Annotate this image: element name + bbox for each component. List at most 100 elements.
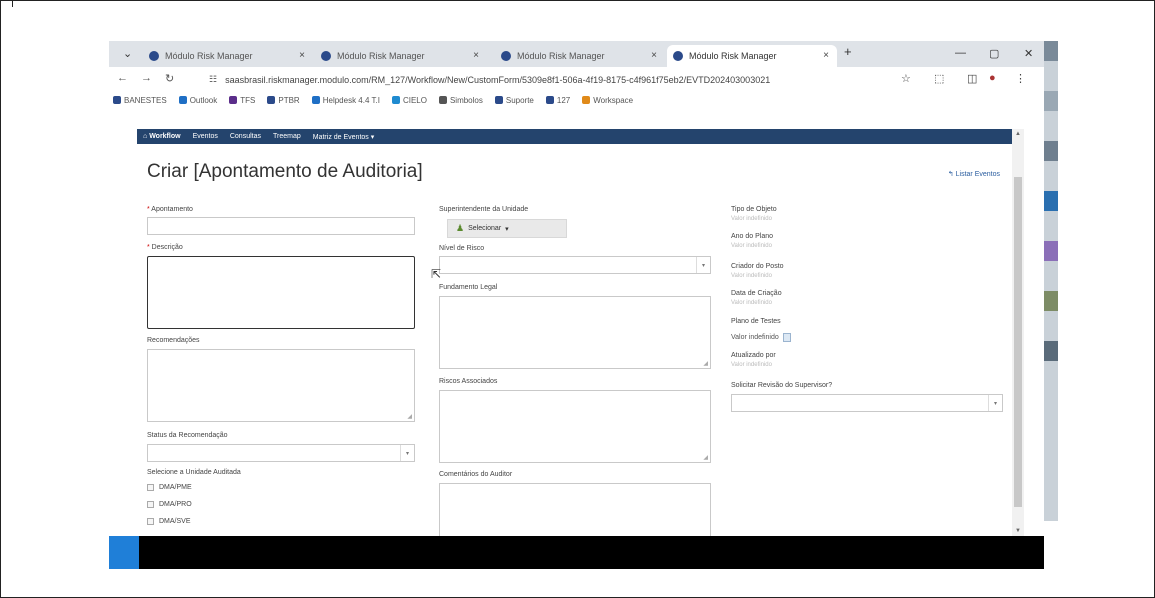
scroll-thumb[interactable] [1014, 177, 1022, 507]
tipo-objeto-value: Valor indefinido [731, 216, 772, 222]
menu-workflow[interactable]: ⌂ Workflow [143, 133, 181, 140]
bookmark-label: Helpdesk 4.4 T.I [322, 95, 380, 105]
checkbox-label: DMA/SVE [159, 518, 191, 525]
checkbox-icon[interactable] [147, 518, 154, 525]
recomendacoes-textarea[interactable]: ◢ [147, 349, 415, 422]
checkbox-icon[interactable] [147, 484, 154, 491]
descricao-textarea[interactable] [147, 256, 415, 329]
comentarios-auditor-textarea[interactable] [439, 483, 711, 543]
maximize-icon[interactable]: ▢ [989, 47, 999, 60]
solicitar-revisao-select[interactable]: ▾ [731, 394, 1003, 412]
button-label: Selecionar [468, 225, 502, 232]
strip-block [1044, 91, 1058, 111]
scroll-up-icon[interactable]: ▲ [1015, 131, 1021, 137]
tab-list-icon[interactable]: ⌄ [123, 47, 132, 60]
tab-label: Módulo Risk Manager [337, 51, 425, 61]
minimize-icon[interactable]: — [955, 47, 966, 59]
status-recomendacao-select[interactable]: ▾ [147, 444, 415, 462]
list-events-link[interactable]: ↰ Listar Eventos [948, 170, 1000, 178]
tab-label: Módulo Risk Manager [165, 51, 253, 61]
url-field[interactable]: ☷ saasbrasil.riskmanager.modulo.com/RM_1… [209, 71, 909, 88]
bookmark-label: Suporte [505, 95, 534, 105]
site-settings-icon[interactable]: ☷ [209, 74, 217, 85]
tab-label: Módulo Risk Manager [517, 51, 605, 61]
browser-tab[interactable]: Módulo Risk Manager × [495, 45, 665, 67]
atualizado-por-value: Valor indefinido [731, 362, 772, 368]
modulo-favicon-icon [321, 51, 331, 61]
chevron-down-icon: ▾ [400, 445, 414, 461]
riscos-associados-textarea[interactable]: ◢ [439, 390, 711, 463]
helpdesk-icon [311, 96, 320, 104]
side-panel-icon[interactable]: ◫ [967, 72, 977, 85]
strip-block [1044, 41, 1058, 61]
bookmark-item[interactable]: 127 [545, 96, 570, 105]
unidade-checkbox[interactable]: DMA/SVE [147, 518, 191, 525]
resize-grip-icon[interactable]: ◢ [703, 454, 708, 461]
fundamento-legal-textarea[interactable]: ◢ [439, 296, 711, 369]
url-text: saasbrasil.riskmanager.modulo.com/RM_127… [225, 74, 771, 85]
nivel-risco-select[interactable]: ▾ [439, 256, 711, 274]
browser-tab[interactable]: Módulo Risk Manager × [143, 45, 313, 67]
close-window-icon[interactable]: ✕ [1024, 47, 1033, 60]
browser-tab-active[interactable]: Módulo Risk Manager × [667, 45, 837, 67]
bookmark-item[interactable]: Simbolos [438, 95, 483, 105]
ano-plano-value: Valor indefinido [731, 243, 772, 249]
data-criacao-value: Valor indefinido [731, 300, 772, 306]
resize-grip-icon[interactable]: ◢ [703, 360, 708, 367]
bookmark-label: CIELO [402, 95, 427, 105]
bookmark-item[interactable]: Helpdesk 4.4 T.I [311, 95, 380, 105]
bookmark-icon [494, 96, 503, 104]
bookmark-item[interactable]: PTBR [267, 96, 300, 105]
selecionar-button[interactable]: ♟ Selecionar ▾ [447, 219, 567, 238]
bookmark-item[interactable]: BANESTES [113, 96, 167, 105]
apontamento-input[interactable] [147, 217, 415, 235]
close-tab-icon[interactable]: × [651, 50, 657, 61]
solicitar-revisao-label: Solicitar Revisão do Supervisor? [731, 382, 833, 389]
bookmark-label: Outlook [189, 95, 218, 105]
bookmark-star-icon[interactable]: ☆ [901, 72, 911, 85]
cielo-icon [391, 96, 400, 104]
modulo-favicon-icon [149, 51, 159, 61]
superintendente-label: Superintendente da Unidade [439, 206, 529, 213]
browser-tab[interactable]: Módulo Risk Manager × [315, 45, 487, 67]
reload-icon[interactable]: ↻ [165, 72, 174, 85]
bookmark-item[interactable]: CIELO [391, 95, 427, 105]
extensions-icon[interactable]: ⬚ [934, 72, 944, 85]
page-scrollbar[interactable]: ▲ ▼ [1012, 129, 1024, 536]
new-tab-button[interactable]: + [844, 44, 852, 59]
bookmark-item[interactable]: TFS [229, 96, 255, 105]
plano-testes-label: Plano de Testes [731, 318, 781, 325]
value-text: Valor indefinido [731, 334, 779, 341]
profile-avatar-icon[interactable]: ● [989, 72, 996, 84]
menu-kebab-icon[interactable]: ⋮ [1015, 72, 1026, 85]
close-tab-icon[interactable]: × [473, 50, 479, 61]
menu-eventos[interactable]: Eventos [193, 133, 218, 140]
menu-label: Workflow [149, 133, 181, 140]
form-content: Criar [Apontamento de Auditoria] ↰ Lista… [137, 144, 1012, 544]
menu-matriz-eventos[interactable]: Matriz de Eventos ▾ [313, 133, 375, 141]
bookmark-item[interactable]: Workspace [582, 96, 633, 105]
bookmark-item[interactable]: Outlook [178, 95, 218, 105]
workspace-icon [582, 96, 591, 104]
unidade-checkbox[interactable]: DMA/PRO [147, 501, 192, 508]
menu-treemap[interactable]: Treemap [273, 133, 301, 140]
forward-icon[interactable]: → [141, 72, 152, 84]
checkbox-icon[interactable] [147, 501, 154, 508]
strip-block [1044, 291, 1058, 311]
recomendacoes-label: Recomendações [147, 337, 200, 344]
atualizado-por-label: Atualizado por [731, 352, 776, 359]
document-icon[interactable] [782, 333, 791, 342]
mouse-cursor-icon: ⇱ [431, 267, 442, 281]
menu-consultas[interactable]: Consultas [230, 133, 261, 140]
bookmark-item[interactable]: Suporte [494, 95, 534, 105]
chevron-down-icon: ▾ [696, 257, 710, 273]
back-icon[interactable]: ← [117, 72, 128, 84]
criador-posto-label: Criador do Posto [731, 263, 784, 270]
unidade-checkbox[interactable]: DMA/PME [147, 484, 192, 491]
bookmark-label: Simbolos [449, 95, 483, 105]
close-tab-icon[interactable]: × [299, 50, 305, 61]
scroll-down-icon[interactable]: ▼ [1015, 528, 1021, 534]
close-tab-icon[interactable]: × [823, 50, 829, 61]
address-bar-row: ← → ↻ ☷ saasbrasil.riskmanager.modulo.co… [109, 67, 1044, 91]
resize-grip-icon[interactable]: ◢ [407, 413, 412, 420]
